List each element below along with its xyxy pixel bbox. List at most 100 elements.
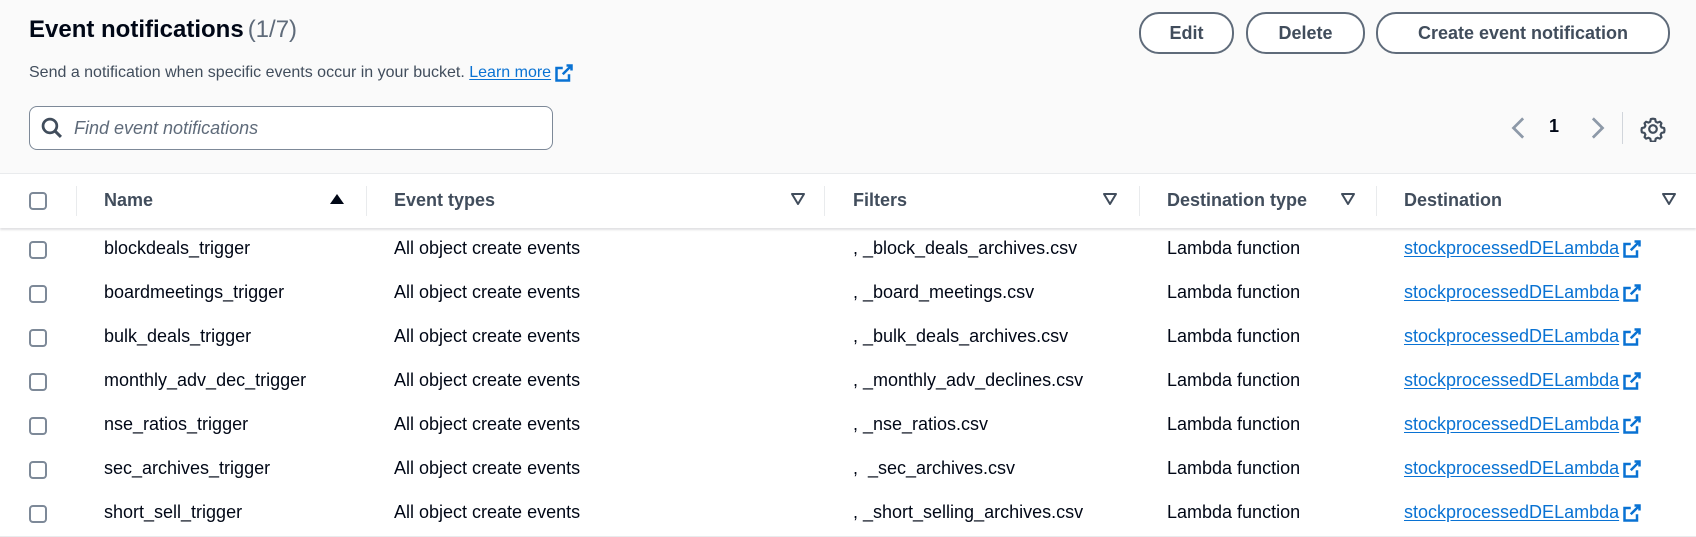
- table-row[interactable]: blockdeals_trigger All object create eve…: [0, 228, 1696, 273]
- table-row[interactable]: short_sell_trigger All object create eve…: [0, 492, 1696, 537]
- destination-label: stockprocessedDELambda: [1404, 502, 1620, 522]
- row-checkbox[interactable]: [29, 461, 47, 479]
- external-link-icon: [1623, 460, 1641, 478]
- destination-label: stockprocessedDELambda: [1404, 282, 1620, 302]
- cell-event-types: All object create events: [394, 458, 581, 478]
- cell-filters: , _board_meetings.csv: [853, 282, 1035, 302]
- current-page-number[interactable]: 1: [1549, 116, 1559, 137]
- column-divider: [1139, 186, 1140, 216]
- sort-icon[interactable]: [1102, 191, 1118, 207]
- row-checkbox[interactable]: [29, 285, 47, 303]
- destination-link[interactable]: stockprocessedDELambda: [1404, 282, 1642, 303]
- cell-name: nse_ratios_trigger: [104, 414, 249, 434]
- cell-name: monthly_adv_dec_trigger: [104, 370, 307, 390]
- external-link-icon: [1623, 504, 1641, 522]
- sort-icon[interactable]: [790, 191, 806, 207]
- cell-event-types: All object create events: [394, 414, 581, 434]
- chevron-right-icon[interactable]: [1586, 114, 1608, 142]
- cell-filters: , _short_selling_archives.csv: [853, 502, 1084, 522]
- title-text: Event notifications: [29, 16, 244, 43]
- destination-link[interactable]: stockprocessedDELambda: [1404, 238, 1642, 259]
- cell-filters: , _sec_archives.csv: [853, 458, 1016, 478]
- event-notifications-panel: Event notifications (1/7) Send a notifica…: [0, 0, 1696, 537]
- cell-filters: , _monthly_adv_declines.csv: [853, 370, 1084, 390]
- destination-label: stockprocessedDELambda: [1404, 326, 1620, 346]
- sort-icon[interactable]: [1661, 191, 1677, 207]
- cell-name: bulk_deals_trigger: [104, 326, 252, 346]
- cell-name: short_sell_trigger: [104, 502, 243, 522]
- destination-link[interactable]: stockprocessedDELambda: [1404, 502, 1642, 523]
- column-header-filters[interactable]: Filters: [853, 190, 907, 211]
- sort-ascending-icon[interactable]: [329, 191, 345, 207]
- cell-event-types: All object create events: [394, 282, 581, 302]
- cell-destination-type: Lambda function: [1167, 326, 1301, 346]
- cell-destination-type: Lambda function: [1167, 502, 1301, 522]
- external-link-icon: [1623, 328, 1641, 346]
- cell-event-types: All object create events: [394, 502, 581, 522]
- page-title: Event notifications (1/7): [29, 16, 297, 44]
- column-divider: [366, 186, 367, 216]
- row-checkbox[interactable]: [29, 417, 47, 435]
- cell-name: blockdeals_trigger: [104, 238, 251, 258]
- destination-link[interactable]: stockprocessedDELambda: [1404, 370, 1642, 391]
- select-all-checkbox[interactable]: [29, 192, 47, 210]
- column-divider: [824, 186, 825, 216]
- table-header: Name Event types Filters Destination typ…: [0, 174, 1696, 228]
- table-row[interactable]: boardmeetings_trigger All object create …: [0, 272, 1696, 317]
- selection-count: (1/7): [247, 16, 298, 43]
- chevron-left-icon[interactable]: [1508, 114, 1530, 142]
- cell-destination-type: Lambda function: [1167, 282, 1301, 302]
- search-icon: [41, 117, 63, 139]
- cell-destination-type: Lambda function: [1167, 414, 1301, 434]
- search-input[interactable]: [72, 107, 546, 150]
- external-link-icon: [1623, 416, 1641, 434]
- table-row[interactable]: sec_archives_trigger All object create e…: [0, 448, 1696, 493]
- cell-filters: , _nse_ratios.csv: [853, 414, 989, 434]
- row-checkbox[interactable]: [29, 505, 47, 523]
- table-row[interactable]: monthly_adv_dec_trigger All object creat…: [0, 360, 1696, 405]
- learn-more-label: Learn more: [469, 64, 552, 82]
- pagination-divider: [1622, 112, 1623, 144]
- destination-label: stockprocessedDELambda: [1404, 238, 1620, 258]
- sort-icon[interactable]: [1340, 191, 1356, 207]
- cell-name: sec_archives_trigger: [104, 458, 271, 478]
- destination-link[interactable]: stockprocessedDELambda: [1404, 414, 1642, 435]
- cell-event-types: All object create events: [394, 326, 581, 346]
- column-header-destination-type[interactable]: Destination type: [1167, 190, 1307, 211]
- gear-icon[interactable]: [1640, 116, 1666, 142]
- description-text: Send a notification when specific events…: [29, 64, 465, 82]
- search-field[interactable]: [29, 106, 553, 150]
- column-header-event-types[interactable]: Event types: [394, 190, 495, 211]
- external-link-icon: [555, 64, 573, 82]
- cell-name: boardmeetings_trigger: [104, 282, 285, 302]
- external-link-icon: [1623, 284, 1641, 302]
- cell-event-types: All object create events: [394, 370, 581, 390]
- cell-event-types: All object create events: [394, 238, 581, 258]
- panel-header: Event notifications (1/7) Send a notifica…: [0, 0, 1696, 174]
- column-header-destination[interactable]: Destination: [1404, 190, 1502, 211]
- destination-label: stockprocessedDELambda: [1404, 414, 1620, 434]
- external-link-icon: [1623, 372, 1641, 390]
- cell-filters: , _block_deals_archives.csv: [853, 238, 1078, 258]
- cell-destination-type: Lambda function: [1167, 458, 1301, 478]
- row-checkbox[interactable]: [29, 329, 47, 347]
- column-header-name[interactable]: Name: [104, 190, 153, 211]
- delete-button[interactable]: Delete: [1246, 12, 1365, 54]
- column-divider: [1376, 186, 1377, 216]
- create-event-notification-button[interactable]: Create event notification: [1376, 12, 1670, 54]
- panel-description: Send a notification when specific events…: [29, 63, 574, 83]
- row-checkbox[interactable]: [29, 373, 47, 391]
- learn-more-link[interactable]: Learn more: [469, 64, 574, 82]
- column-divider: [76, 186, 77, 216]
- destination-label: stockprocessedDELambda: [1404, 458, 1620, 478]
- destination-label: stockprocessedDELambda: [1404, 370, 1620, 390]
- table-row[interactable]: bulk_deals_trigger All object create eve…: [0, 316, 1696, 361]
- row-checkbox[interactable]: [29, 241, 47, 259]
- cell-destination-type: Lambda function: [1167, 238, 1301, 258]
- cell-destination-type: Lambda function: [1167, 370, 1301, 390]
- edit-button[interactable]: Edit: [1139, 12, 1234, 54]
- destination-link[interactable]: stockprocessedDELambda: [1404, 326, 1642, 347]
- external-link-icon: [1623, 240, 1641, 258]
- table-row[interactable]: nse_ratios_trigger All object create eve…: [0, 404, 1696, 449]
- destination-link[interactable]: stockprocessedDELambda: [1404, 458, 1642, 479]
